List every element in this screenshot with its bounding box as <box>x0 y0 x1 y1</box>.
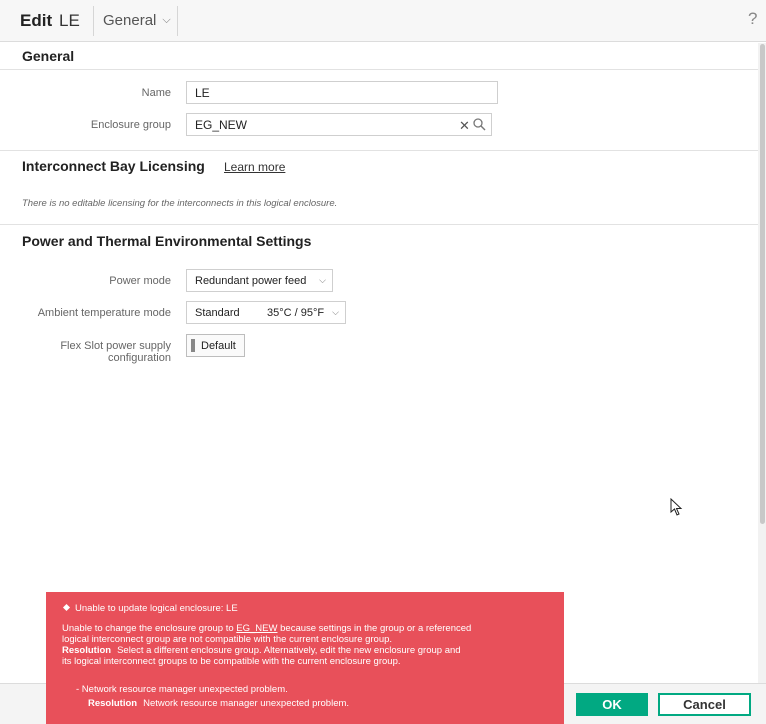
ambient-temperature-value: Standard <box>195 307 240 319</box>
section-divider <box>0 150 758 151</box>
toggle-bar-icon <box>191 339 195 352</box>
cancel-button[interactable]: Cancel <box>658 693 751 716</box>
error-sub-resolution-label: Resolution <box>88 698 138 709</box>
error-diamond-icon <box>62 603 71 612</box>
section-selector-label: General <box>103 12 157 29</box>
header-divider <box>93 6 94 36</box>
licensing-info-text: There is no editable licensing for the i… <box>22 198 338 209</box>
flex-slot-label-line1: Flex Slot power supply <box>60 340 171 352</box>
chevron-down-icon: ⌵ <box>319 275 326 285</box>
error-message-post: because settings in the group or a refer… <box>280 623 472 634</box>
header-divider <box>177 6 178 36</box>
enclosure-group-label: Enclosure group <box>90 119 171 131</box>
enclosure-group-input[interactable]: EG_NEW <box>186 113 492 136</box>
learn-more-link[interactable]: Learn more <box>224 160 285 174</box>
error-resolution-line1: Resolution Select a different enclosure g… <box>62 645 461 656</box>
flex-slot-label: Flex Slot power supply configuration <box>30 340 171 364</box>
name-input[interactable]: LE <box>186 81 498 104</box>
mouse-cursor-icon <box>670 498 683 516</box>
section-divider <box>0 69 758 70</box>
name-label: Name <box>141 87 171 99</box>
error-sub-resolution-text: Network resource manager unexpected prob… <box>143 698 350 709</box>
power-mode-select[interactable]: Redundant power feed ⌵ <box>186 269 333 292</box>
clear-icon[interactable]: ✕ <box>459 118 470 134</box>
section-general-title: General <box>22 48 75 64</box>
error-title: Unable to update logical enclosure: LE <box>62 603 238 614</box>
error-banner: Unable to update logical enclosure: LE U… <box>46 592 564 724</box>
help-icon[interactable]: ? <box>748 9 757 29</box>
chevron-down-icon: ⌵ <box>332 307 339 317</box>
section-licensing-title: Interconnect Bay Licensing <box>22 158 205 174</box>
error-resolution-line2: its logical interconnect groups to be co… <box>62 656 401 667</box>
ambient-temperature-select[interactable]: Standard 35°C / 95°F ⌵ <box>186 301 346 324</box>
section-divider <box>0 224 758 225</box>
section-selector[interactable]: General ⌵ <box>103 12 171 29</box>
ambient-temperature-suffix: 35°C / 95°F <box>267 307 325 319</box>
error-resolution-text: Select a different enclosure group. Alte… <box>117 645 461 656</box>
scrollbar-thumb[interactable] <box>760 44 765 524</box>
error-enclosure-group-link[interactable]: EG_NEW <box>236 623 277 634</box>
error-message-pre: Unable to change the enclosure group to <box>62 623 234 634</box>
search-icon[interactable] <box>472 117 486 131</box>
error-message-line1: Unable to change the enclosure group to … <box>62 623 471 634</box>
resource-name: LE <box>59 11 80 30</box>
flex-slot-default-button[interactable]: Default <box>186 334 245 357</box>
error-resolution-label: Resolution <box>62 645 112 656</box>
section-power-title: Power and Thermal Environmental Settings <box>22 233 312 249</box>
ambient-temperature-label: Ambient temperature mode <box>37 307 171 319</box>
edit-title: Edit <box>20 11 53 30</box>
error-sub-item: - Network resource manager unexpected pr… <box>76 684 288 695</box>
chevron-down-icon: ⌵ <box>162 14 171 26</box>
error-sub-resolution: Resolution Network resource manager unexp… <box>88 698 349 709</box>
power-mode-label: Power mode <box>109 275 171 287</box>
dialog-header: Edit LE General ⌵ ? <box>0 0 766 42</box>
flex-slot-default-label: Default <box>201 340 236 352</box>
ok-button[interactable]: OK <box>576 693 648 716</box>
error-title-text: Unable to update logical enclosure: LE <box>75 603 238 614</box>
flex-slot-label-line2: configuration <box>108 352 171 364</box>
error-message-line2: logical interconnect group are not compa… <box>62 634 393 645</box>
power-mode-value: Redundant power feed <box>195 275 307 287</box>
